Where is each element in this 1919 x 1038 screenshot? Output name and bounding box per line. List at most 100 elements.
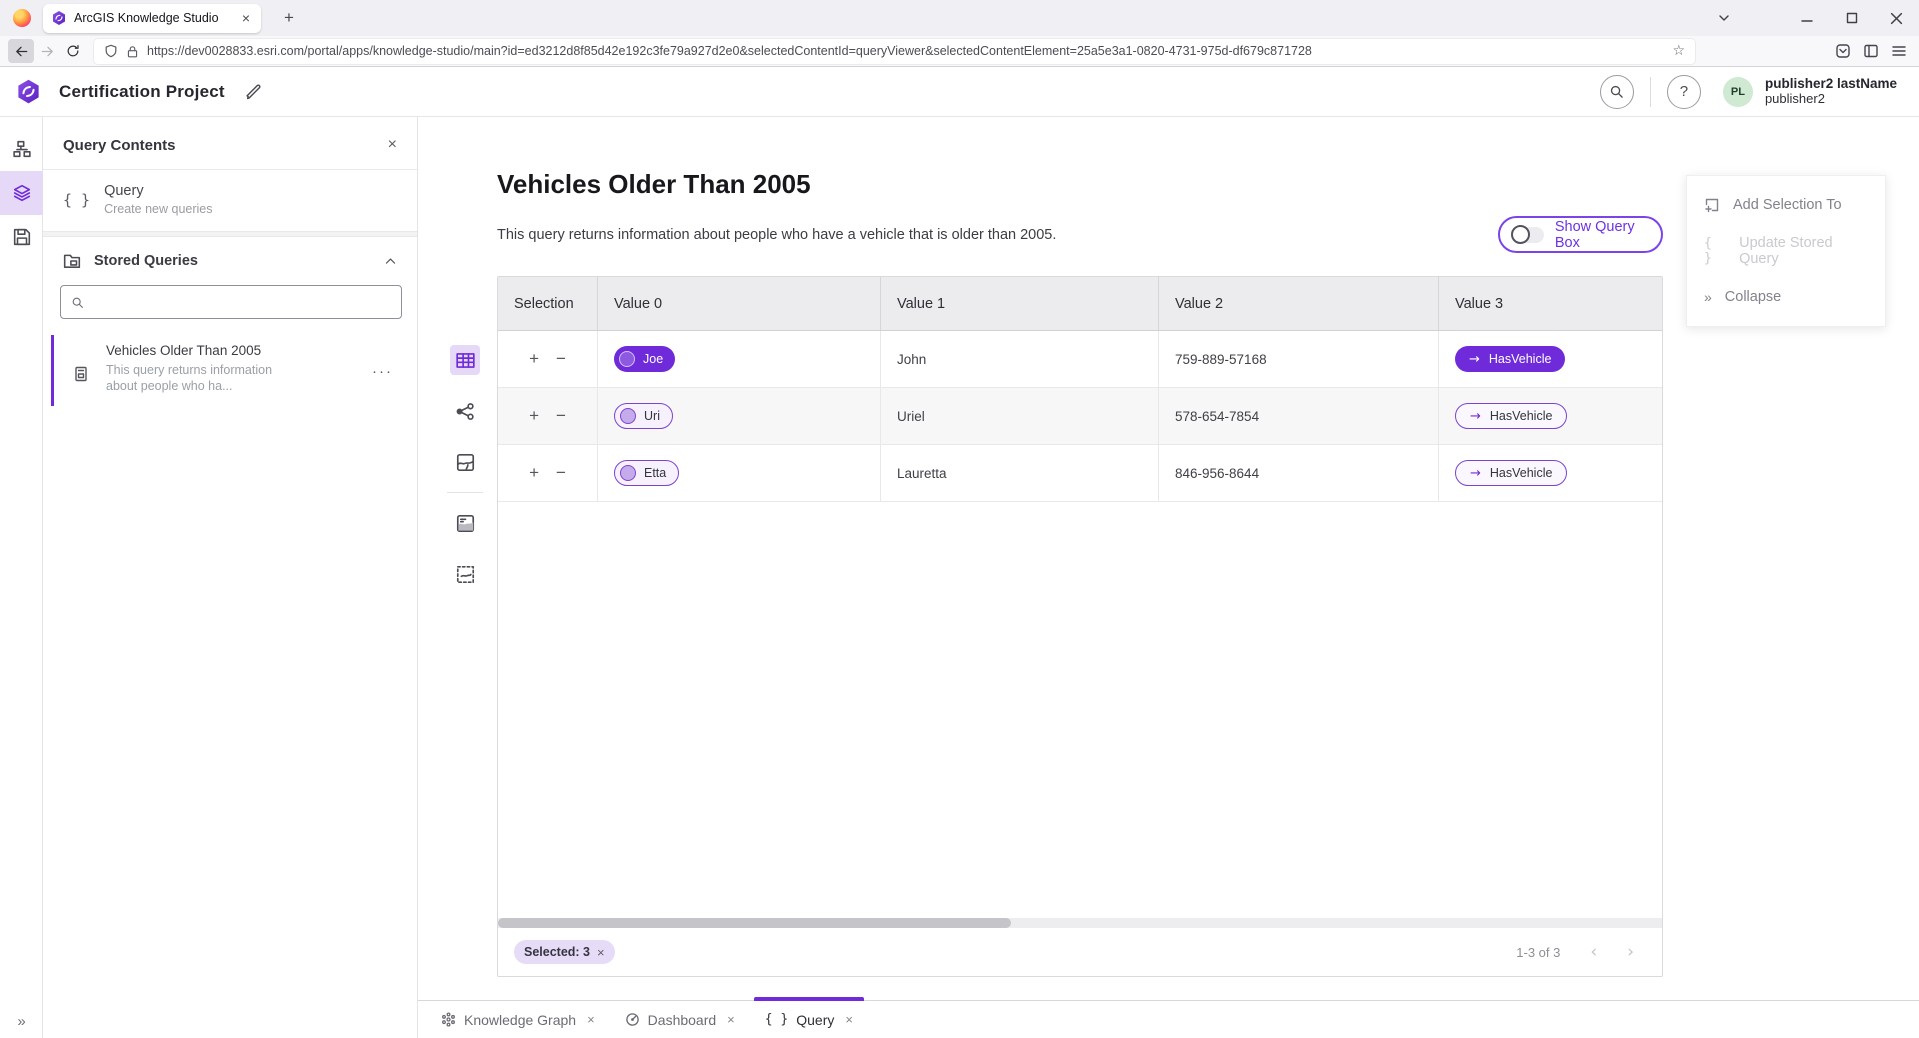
relationship-pill[interactable]: →HasVehicle: [1455, 460, 1567, 486]
arcgis-knowledge-favicon: [51, 10, 67, 26]
project-hierarchy-icon[interactable]: [0, 127, 43, 171]
entity-cell: Uri: [598, 388, 881, 444]
window-minimize-icon[interactable]: [1784, 0, 1829, 36]
expand-panel-icon[interactable]: »: [0, 1013, 43, 1030]
avatar[interactable]: PL: [1723, 77, 1753, 107]
table-row: + − Joe John 759-889-57168 →HasVehicle: [498, 331, 1662, 388]
add-to-map-icon[interactable]: [450, 508, 480, 538]
horizontal-scrollbar[interactable]: [498, 918, 1662, 928]
new-map-selection-icon[interactable]: [450, 559, 480, 589]
entity-label: Uri: [644, 409, 660, 423]
bookmark-star-icon[interactable]: ☆: [1672, 43, 1685, 59]
selected-count-chip[interactable]: Selected: 3 ×: [514, 940, 615, 964]
menu-item-collapse[interactable]: » Collapse: [1687, 274, 1885, 320]
reload-icon[interactable]: [60, 39, 86, 63]
selection-cell: + −: [498, 445, 598, 501]
save-icon[interactable]: [0, 215, 43, 259]
scrollbar-thumb[interactable]: [498, 918, 1011, 928]
window-close-icon[interactable]: [1874, 0, 1919, 36]
query-item[interactable]: { } Query Create new queries: [43, 170, 417, 231]
lock-icon: [126, 45, 139, 58]
main-content: Vehicles Older Than 2005 This query retu…: [418, 117, 1919, 1038]
selected-count-label: Selected: 3: [524, 945, 590, 959]
column-header-value2[interactable]: Value 2: [1159, 277, 1439, 330]
tab-close-icon[interactable]: ×: [587, 1012, 595, 1027]
clear-selection-icon[interactable]: ×: [597, 945, 605, 960]
sidebars-icon[interactable]: [1863, 43, 1879, 59]
window-maximize-icon[interactable]: [1829, 0, 1874, 36]
browser-tab[interactable]: ArcGIS Knowledge Studio ×: [43, 4, 261, 33]
entity-label: Joe: [643, 352, 663, 366]
relationship-pill[interactable]: →HasVehicle: [1455, 346, 1565, 372]
stored-queries-search[interactable]: [60, 285, 402, 319]
arrow-right-icon: →: [1469, 352, 1480, 367]
chevron-up-icon[interactable]: [384, 255, 397, 268]
save-to-pocket-icon[interactable]: [1835, 43, 1851, 59]
relationship-pill[interactable]: →HasVehicle: [1455, 403, 1567, 429]
tab-close-icon[interactable]: ×: [727, 1012, 735, 1027]
search-icon[interactable]: [1600, 75, 1634, 109]
stored-query-doc-icon: [73, 366, 89, 382]
tab-dashboard[interactable]: Dashboard ×: [610, 1001, 750, 1038]
entity-pill[interactable]: Joe: [614, 346, 675, 372]
help-icon[interactable]: ?: [1667, 75, 1701, 109]
table-row: + − Uri Uriel 578-654-7854 →HasVehicle: [498, 388, 1662, 445]
tab-query[interactable]: { } Query ×: [750, 1001, 868, 1038]
column-header-selection[interactable]: Selection: [498, 277, 598, 330]
context-menu: Add Selection To { } Update Stored Query…: [1686, 175, 1886, 327]
user-block[interactable]: publisher2 lastName publisher2: [1765, 76, 1897, 106]
add-selection-icon[interactable]: +: [529, 406, 539, 426]
map-view-icon[interactable]: [450, 447, 480, 477]
toggle-track[interactable]: [1513, 227, 1544, 243]
selection-cell: + −: [498, 331, 598, 387]
search-input[interactable]: [93, 295, 391, 310]
item-options-icon[interactable]: ···: [372, 363, 393, 380]
url-bar[interactable]: https://dev0028833.esri.com/portal/apps/…: [94, 39, 1695, 64]
table-view-icon[interactable]: [450, 345, 480, 375]
menu-item-update-stored-query[interactable]: { } Update Stored Query: [1687, 228, 1885, 274]
prev-page-icon[interactable]: ‹: [1590, 942, 1597, 962]
app-header: Certification Project ? PL publisher2 la…: [0, 67, 1919, 117]
remove-selection-icon[interactable]: −: [556, 406, 566, 426]
column-header-value0[interactable]: Value 0: [598, 277, 881, 330]
add-selection-to-icon: [1704, 197, 1720, 213]
entity-pill[interactable]: Etta: [614, 460, 679, 486]
value1-cell: Uriel: [881, 388, 1159, 444]
list-tabs-icon[interactable]: [1701, 0, 1746, 36]
navbar-right-icons: [1835, 43, 1907, 59]
menu-item-add-selection-to[interactable]: Add Selection To: [1687, 182, 1885, 228]
show-query-box-toggle[interactable]: Show Query Box: [1498, 216, 1663, 253]
stored-query-item[interactable]: Vehicles Older Than 2005 This query retu…: [43, 333, 417, 408]
value1-cell: Lauretta: [881, 445, 1159, 501]
panel-close-icon[interactable]: ×: [388, 136, 397, 154]
tab-close-icon[interactable]: ×: [845, 1012, 853, 1027]
tab-close-icon[interactable]: ×: [239, 10, 253, 26]
remove-selection-icon[interactable]: −: [556, 463, 566, 483]
tab-knowledge-graph[interactable]: Knowledge Graph ×: [426, 1001, 610, 1038]
back-icon[interactable]: [8, 39, 34, 63]
header-divider: [1650, 77, 1651, 107]
layers-icon[interactable]: [0, 171, 43, 215]
firefox-menu-button[interactable]: [8, 4, 36, 32]
dashboard-gauge-icon: [625, 1012, 640, 1027]
hamburger-menu-icon[interactable]: [1891, 43, 1907, 59]
column-header-value3[interactable]: Value 3: [1439, 277, 1662, 330]
add-selection-icon[interactable]: +: [529, 349, 539, 369]
stored-queries-header[interactable]: Stored Queries: [43, 237, 417, 282]
new-tab-button[interactable]: +: [275, 8, 303, 28]
braces-icon: { }: [765, 1012, 788, 1027]
entity-label: Etta: [644, 466, 666, 480]
toggle-knob: [1511, 225, 1530, 244]
entity-pill[interactable]: Uri: [614, 403, 673, 429]
browser-tabstrip: ArcGIS Knowledge Studio × +: [0, 0, 1919, 36]
next-page-icon[interactable]: ›: [1627, 942, 1634, 962]
forward-icon[interactable]: [34, 39, 60, 63]
value3-cell: →HasVehicle: [1439, 388, 1662, 444]
edit-pencil-icon[interactable]: [245, 83, 262, 100]
column-header-value1[interactable]: Value 1: [881, 277, 1159, 330]
view-toolbar: [442, 345, 488, 589]
add-selection-icon[interactable]: +: [529, 463, 539, 483]
tab-label: Query: [796, 1012, 834, 1028]
remove-selection-icon[interactable]: −: [556, 349, 566, 369]
link-chart-view-icon[interactable]: [450, 396, 480, 426]
